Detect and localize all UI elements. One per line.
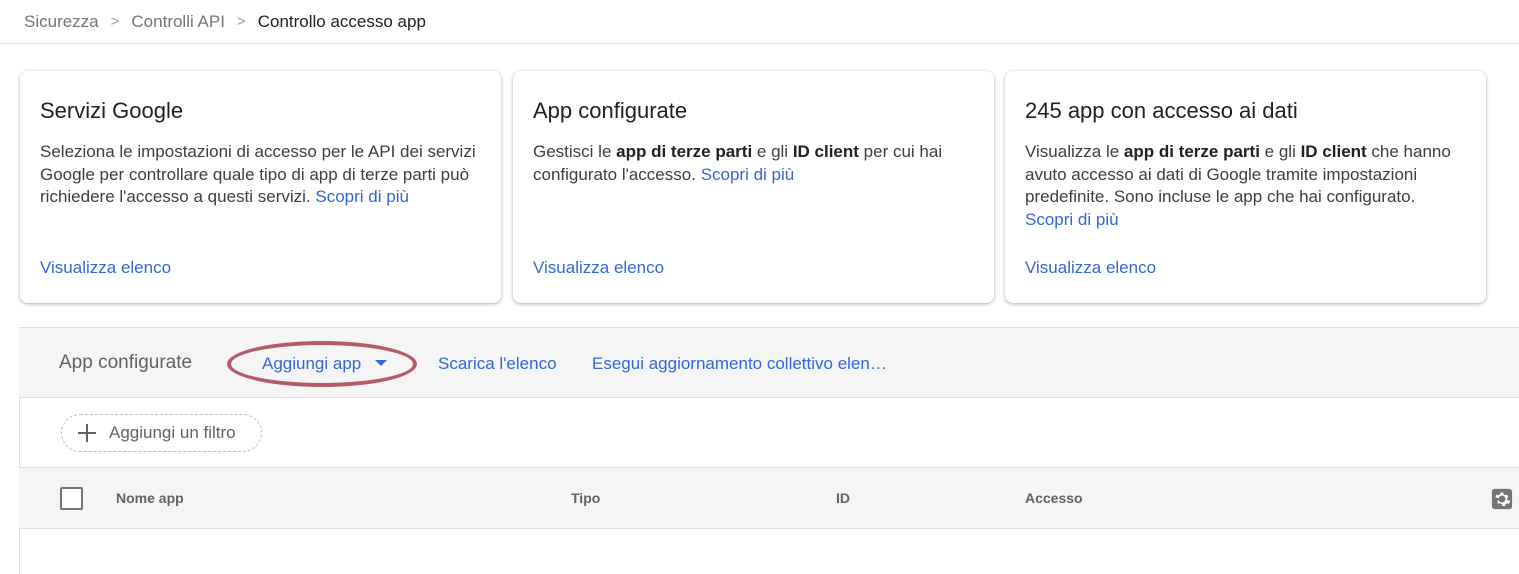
- breadcrumb-controlli-api[interactable]: Controlli API: [131, 12, 225, 32]
- card-description-text: Seleziona le impostazioni di accesso per…: [40, 142, 476, 206]
- card-google-services: Servizi Google Seleziona le impostazioni…: [20, 71, 501, 303]
- view-list-link[interactable]: Visualizza elenco: [533, 258, 664, 278]
- chevron-right-icon: >: [236, 13, 246, 30]
- card-description: Gestisci le app di terze parti e gli ID …: [533, 141, 974, 186]
- card-configured-apps: App configurate Gestisci le app di terze…: [513, 71, 994, 303]
- card-description: Seleziona le impostazioni di accesso per…: [40, 141, 481, 209]
- card-description-text: Visualizza le: [1025, 142, 1124, 161]
- card-title: App configurate: [533, 98, 688, 123]
- learn-more-link[interactable]: Scopri di più: [315, 187, 409, 206]
- table-body: [19, 529, 1519, 574]
- plus-icon: [78, 424, 96, 442]
- column-header-access[interactable]: Accesso: [1025, 490, 1083, 506]
- chevron-right-icon: >: [110, 13, 120, 30]
- breadcrumb-sicurezza[interactable]: Sicurezza: [24, 12, 99, 32]
- card-description-text: e gli: [752, 142, 793, 161]
- bulk-update-button[interactable]: Esegui aggiornamento collettivo elen…: [592, 354, 887, 374]
- download-list-button[interactable]: Scarica l'elenco: [438, 354, 557, 374]
- learn-more-link[interactable]: Scopri di più: [701, 165, 795, 184]
- add-app-label: Aggiungi app: [262, 354, 362, 373]
- view-list-link[interactable]: Visualizza elenco: [1025, 258, 1156, 278]
- gear-icon[interactable]: [1491, 488, 1513, 510]
- card-title: 245 app con accesso ai dati: [1025, 98, 1298, 123]
- card-description-bold: ID client: [792, 142, 859, 161]
- card-apps-with-access: 245 app con accesso ai dati Visualizza l…: [1005, 71, 1486, 303]
- configured-apps-toolbar: App configurate Aggiungi app Scarica l'e…: [19, 327, 1519, 398]
- learn-more-link[interactable]: Scopri di più: [1025, 210, 1119, 229]
- card-description-text: Gestisci le: [533, 142, 617, 161]
- card-title: Servizi Google: [40, 98, 184, 123]
- column-header-id[interactable]: ID: [836, 490, 850, 506]
- caret-down-icon: [375, 359, 388, 366]
- filter-bar: Aggiungi un filtro: [19, 398, 1519, 468]
- card-description-bold: app di terze parti: [616, 142, 753, 161]
- add-filter-label: Aggiungi un filtro: [109, 423, 236, 442]
- card-description: Visualizza le app di terze parti e gli I…: [1025, 141, 1466, 231]
- card-description-bold: app di terze parti: [1123, 142, 1260, 161]
- breadcrumb: Sicurezza > Controlli API > Controllo ac…: [0, 0, 1519, 44]
- panel-title: App configurate: [59, 352, 193, 373]
- select-all-checkbox[interactable]: [60, 487, 83, 510]
- column-header-app-name[interactable]: Nome app: [116, 490, 184, 506]
- card-description-text: e gli: [1259, 142, 1301, 161]
- breadcrumb-current: Controllo accesso app: [257, 11, 426, 31]
- add-filter-button[interactable]: Aggiungi un filtro: [61, 414, 262, 452]
- add-app-dropdown-button[interactable]: Aggiungi app: [262, 354, 388, 374]
- view-list-link[interactable]: Visualizza elenco: [40, 258, 171, 278]
- column-header-type[interactable]: Tipo: [571, 490, 600, 506]
- table-header: Nome app Tipo ID Accesso: [19, 467, 1519, 529]
- card-description-bold: ID client: [1300, 142, 1367, 161]
